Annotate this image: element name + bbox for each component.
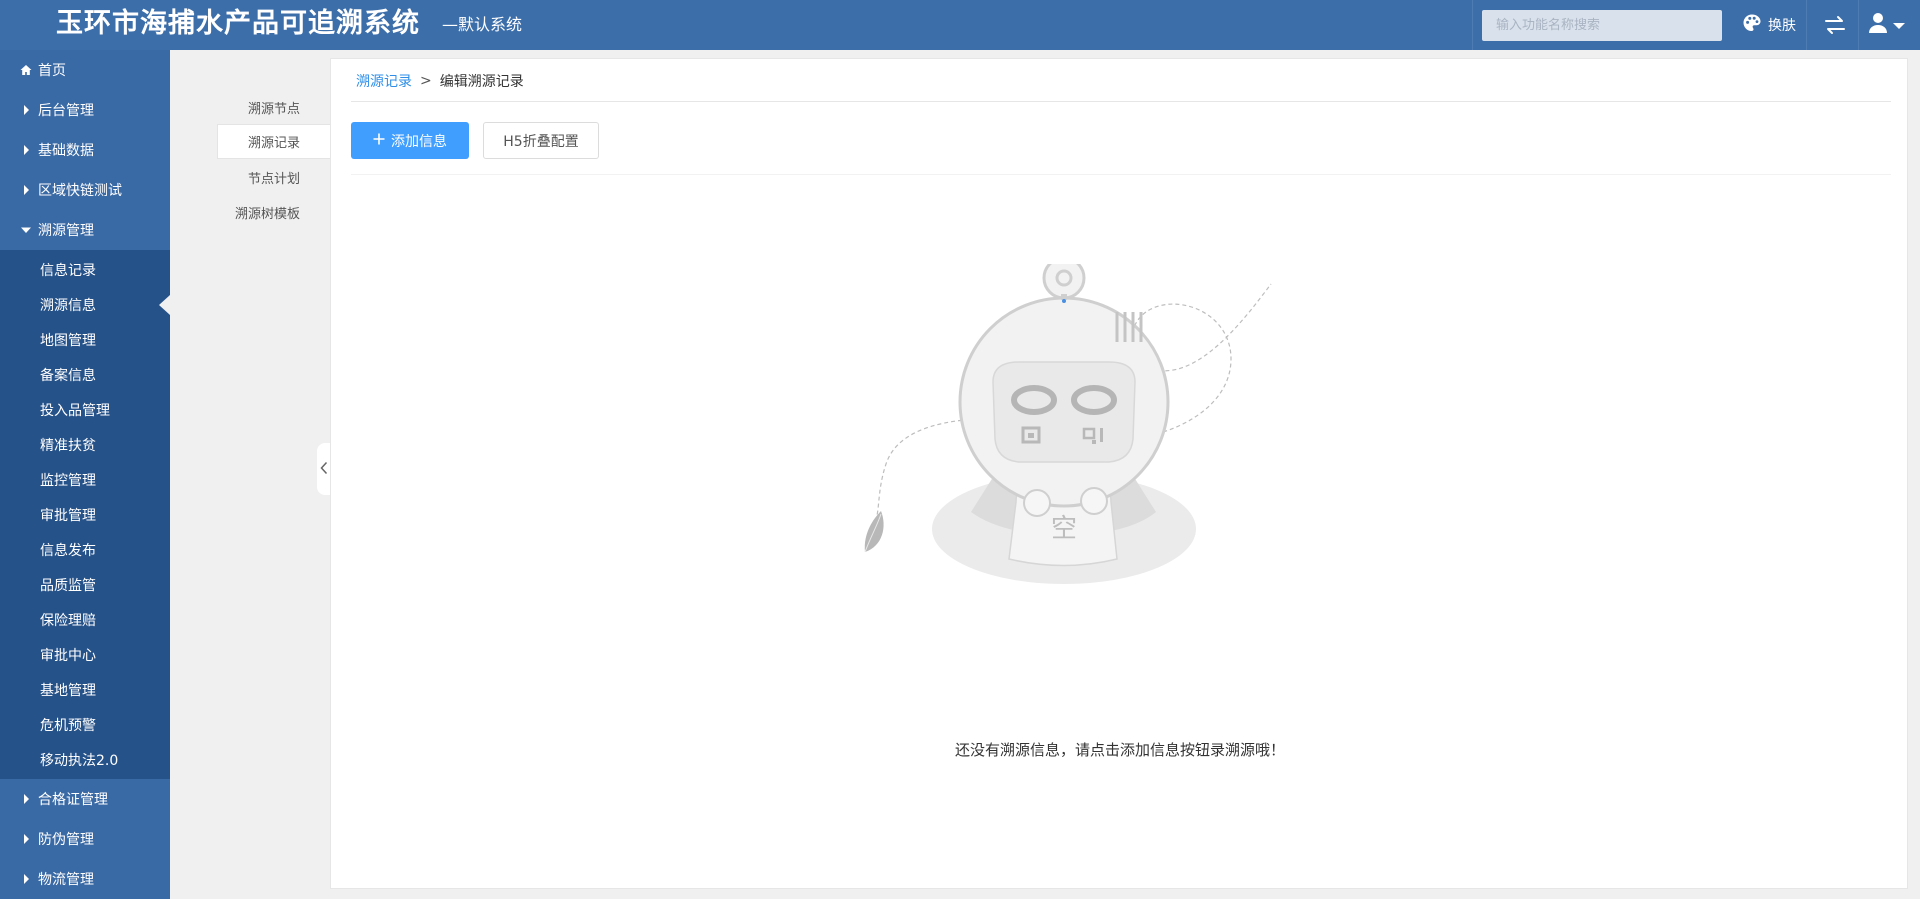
header-divider xyxy=(1858,0,1859,50)
skin-button[interactable]: 换肤 xyxy=(1742,12,1796,38)
caret-right-icon xyxy=(20,144,32,156)
plus-icon xyxy=(373,133,385,149)
sidebar-item-anti-counterfeit[interactable]: 防伪管理 xyxy=(0,819,170,859)
user-icon xyxy=(1868,12,1888,38)
empty-state-message: 还没有溯源信息，请点击添加信息按钮录溯源哦！ xyxy=(954,741,1285,759)
header-divider xyxy=(1472,0,1473,50)
h5-collapse-config-button[interactable]: H5折叠配置 xyxy=(483,122,599,159)
submenu-item[interactable]: 危机预警 xyxy=(0,707,170,742)
user-menu-button[interactable] xyxy=(1868,12,1906,38)
sidebar-item-logistics[interactable]: 物流管理 xyxy=(0,859,170,899)
submenu-item[interactable]: 审批中心 xyxy=(0,637,170,672)
sidebar-item-chain-test[interactable]: 区域快链测试 xyxy=(0,170,170,210)
sidebar-item-label: 防伪管理 xyxy=(38,832,94,848)
main-panel: 溯源记录 > 编辑溯源记录 添加信息 H5折叠配置 空 还没有溯源信息，请点击添… xyxy=(330,58,1908,889)
toolbar-divider xyxy=(351,174,1891,175)
secondary-nav-item[interactable]: 溯源树模板 xyxy=(217,195,330,230)
sidebar-item-backend[interactable]: 后台管理 xyxy=(0,90,170,130)
sidebar-item-home[interactable]: 首页 xyxy=(0,50,170,90)
sidebar-item-label: 首页 xyxy=(38,63,66,79)
submenu-item[interactable]: 监控管理 xyxy=(0,462,170,497)
sidebar-item-label: 合格证管理 xyxy=(38,792,108,808)
home-icon xyxy=(20,64,32,76)
submenu-item-active[interactable]: 溯源信息 xyxy=(0,287,170,322)
app-title: 玉环市海捕水产品可追溯系统 xyxy=(56,8,420,39)
switch-system-button[interactable] xyxy=(1822,12,1848,38)
submenu-item[interactable]: 信息发布 xyxy=(0,532,170,567)
submenu-item[interactable]: 地图管理 xyxy=(0,322,170,357)
caret-right-icon xyxy=(20,873,32,885)
traceability-submenu: 信息记录 溯源信息 地图管理 备案信息 投入品管理 精准扶贫 监控管理 审批管理… xyxy=(0,250,170,779)
secondary-nav-item[interactable]: 节点计划 xyxy=(217,160,330,195)
caret-right-icon xyxy=(20,833,32,845)
function-search-input[interactable] xyxy=(1482,10,1722,41)
chevron-left-icon xyxy=(319,460,328,479)
empty-badge-text: 空 xyxy=(1051,514,1077,544)
sidebar-item-label: 基础数据 xyxy=(38,143,94,159)
breadcrumb-current: 编辑溯源记录 xyxy=(439,74,524,90)
submenu-item[interactable]: 品质监管 xyxy=(0,567,170,602)
submenu-item[interactable]: 基地管理 xyxy=(0,672,170,707)
secondary-nav-item[interactable]: 溯源节点 xyxy=(217,90,330,125)
caret-down-icon xyxy=(1892,16,1906,35)
caret-right-icon xyxy=(20,793,32,805)
sidebar-item-traceability[interactable]: 溯源管理 xyxy=(0,210,170,250)
breadcrumb-link[interactable]: 溯源记录 xyxy=(356,71,412,91)
caret-right-icon xyxy=(20,184,32,196)
empty-state-robot-illustration: 空 xyxy=(864,264,1272,584)
sidebar-item-label: 后台管理 xyxy=(38,103,94,119)
sidebar: 首页 后台管理 基础数据 区域快链测试 溯源管理 信息记录 溯源信息 地图管理 … xyxy=(0,50,170,899)
secondary-nav: 溯源节点 溯源记录 节点计划 溯源树模板 xyxy=(170,50,330,899)
caret-right-icon xyxy=(20,104,32,116)
submenu-item[interactable]: 保险理赔 xyxy=(0,602,170,637)
breadcrumb: 溯源记录 > 编辑溯源记录 xyxy=(356,71,524,91)
add-info-button[interactable]: 添加信息 xyxy=(351,122,469,159)
sidebar-item-label: 区域快链测试 xyxy=(38,183,122,199)
sidebar-item-certificate[interactable]: 合格证管理 xyxy=(0,779,170,819)
submenu-item[interactable]: 备案信息 xyxy=(0,357,170,392)
breadcrumb-divider xyxy=(351,101,1891,102)
collapse-sidebar-toggle[interactable] xyxy=(317,443,330,495)
sidebar-item-label: 溯源管理 xyxy=(38,223,94,239)
sidebar-item-label: 物流管理 xyxy=(38,872,94,888)
submenu-item[interactable]: 投入品管理 xyxy=(0,392,170,427)
breadcrumb-separator: > xyxy=(420,73,432,89)
add-info-label: 添加信息 xyxy=(391,133,447,150)
top-header-bar: 玉环市海捕水产品可追溯系统 —默认系统 换肤 xyxy=(0,0,1920,50)
submenu-item[interactable]: 审批管理 xyxy=(0,497,170,532)
submenu-item[interactable]: 信息记录 xyxy=(0,252,170,287)
submenu-item[interactable]: 移动执法2.0 xyxy=(0,742,170,777)
app-subtitle: —默认系统 xyxy=(442,15,523,34)
sidebar-item-basic-data[interactable]: 基础数据 xyxy=(0,130,170,170)
palette-icon xyxy=(1742,13,1762,37)
swap-arrows-icon xyxy=(1822,16,1848,42)
submenu-item[interactable]: 精准扶贫 xyxy=(0,427,170,462)
caret-down-icon xyxy=(20,224,32,236)
secondary-nav-item-active[interactable]: 溯源记录 xyxy=(217,124,330,159)
header-divider xyxy=(1806,0,1807,50)
skin-button-label: 换肤 xyxy=(1768,18,1796,34)
